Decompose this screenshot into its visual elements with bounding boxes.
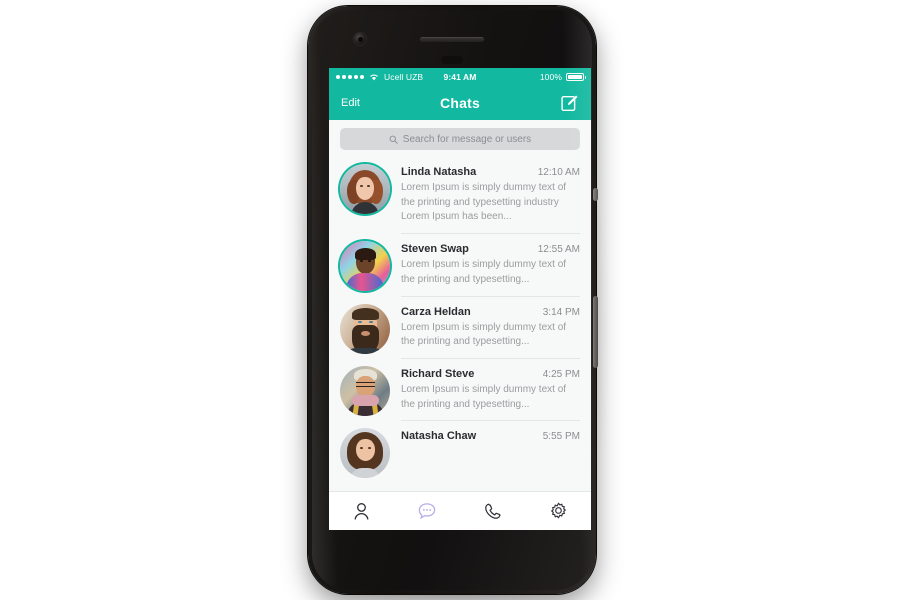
avatar-richard-steve[interactable] [340, 365, 390, 416]
chat-preview-text: Lorem Ipsum is simply dummy text of the … [401, 321, 567, 348]
gear-icon [550, 502, 566, 518]
navigation-bar: Edit Chats [329, 86, 591, 120]
battery-full-icon [566, 73, 586, 81]
screenshot-canvas: Ucell UZB 9:41 AM 100% Edit Chats Search… [0, 0, 900, 600]
tab-calls[interactable] [460, 492, 526, 530]
tab-chats[interactable] [395, 492, 461, 530]
compose-pencil-icon[interactable] [560, 94, 579, 113]
chat-contact-name: Richard Steve [401, 367, 475, 380]
chat-timestamp: 5:55 PM [542, 431, 580, 443]
chat-contact-name: Steven Swap [401, 243, 469, 256]
chat-contact-name: Carza Heldan [401, 305, 471, 318]
chat-bubble-icon [418, 503, 436, 520]
avatar-linda-natasha[interactable] [340, 164, 390, 214]
proximity-sensor-icon [441, 56, 463, 64]
chat-list-item[interactable]: Natasha Chaw 5:55 PM [329, 421, 591, 479]
battery-percent-label: 100% [539, 72, 562, 82]
power-button[interactable] [593, 188, 598, 201]
search-input[interactable]: Search for message or users [340, 128, 580, 150]
chat-preview-text: Lorem Ipsum is simply dummy text of the … [401, 383, 567, 410]
chat-timestamp: 12:55 AM [537, 244, 580, 256]
page-title: Chats [440, 95, 480, 111]
status-bar: Ucell UZB 9:41 AM 100% [329, 68, 591, 86]
chat-timestamp: 12:10 AM [537, 167, 580, 178]
earpiece-speaker-icon [420, 37, 484, 42]
search-section: Search for message or users [329, 120, 591, 157]
chat-preview-text: Lorem Ipsum is simply dummy text of the … [401, 259, 567, 285]
battery-status: 100% [539, 72, 586, 82]
search-placeholder: Search for message or users [402, 133, 532, 145]
volume-button[interactable] [593, 296, 598, 368]
front-camera-icon [354, 33, 366, 45]
chat-contact-name: Linda Natasha [401, 166, 477, 178]
chat-list-item[interactable]: Carza Heldan 3:14 PM Lorem Ipsum is simp… [329, 297, 591, 359]
bottom-tab-bar [329, 491, 591, 530]
chat-timestamp: 3:14 PM [542, 306, 580, 318]
tab-contacts[interactable] [329, 492, 395, 530]
person-icon [354, 502, 369, 520]
tab-settings[interactable] [526, 492, 592, 530]
search-icon [389, 135, 398, 144]
phone-bezel: Ucell UZB 9:41 AM 100% Edit Chats Search… [312, 10, 592, 590]
chat-list[interactable]: Linda Natasha 12:10 AM Lorem Ipsum is si… [329, 157, 591, 479]
phone-device: Ucell UZB 9:41 AM 100% Edit Chats Search… [308, 6, 598, 594]
phone-screen: Ucell UZB 9:41 AM 100% Edit Chats Search… [329, 68, 591, 530]
chat-list-item[interactable]: Steven Swap 12:55 AM Lorem Ipsum is simp… [329, 234, 591, 297]
avatar-carza-heldan[interactable] [340, 303, 390, 354]
chat-timestamp: 4:25 PM [542, 368, 580, 380]
chat-preview-text: Lorem Ipsum is simply dummy text of the … [401, 182, 567, 223]
phone-icon [485, 503, 501, 519]
chat-contact-name: Natasha Chaw [401, 430, 477, 443]
chat-list-item[interactable]: Linda Natasha 12:10 AM Lorem Ipsum is si… [329, 157, 591, 235]
avatar-natasha-chaw[interactable] [340, 428, 390, 479]
avatar-steven-swap[interactable] [340, 241, 390, 292]
chat-list-item[interactable]: Richard Steve 4:25 PM Lorem Ipsum is sim… [329, 359, 591, 422]
